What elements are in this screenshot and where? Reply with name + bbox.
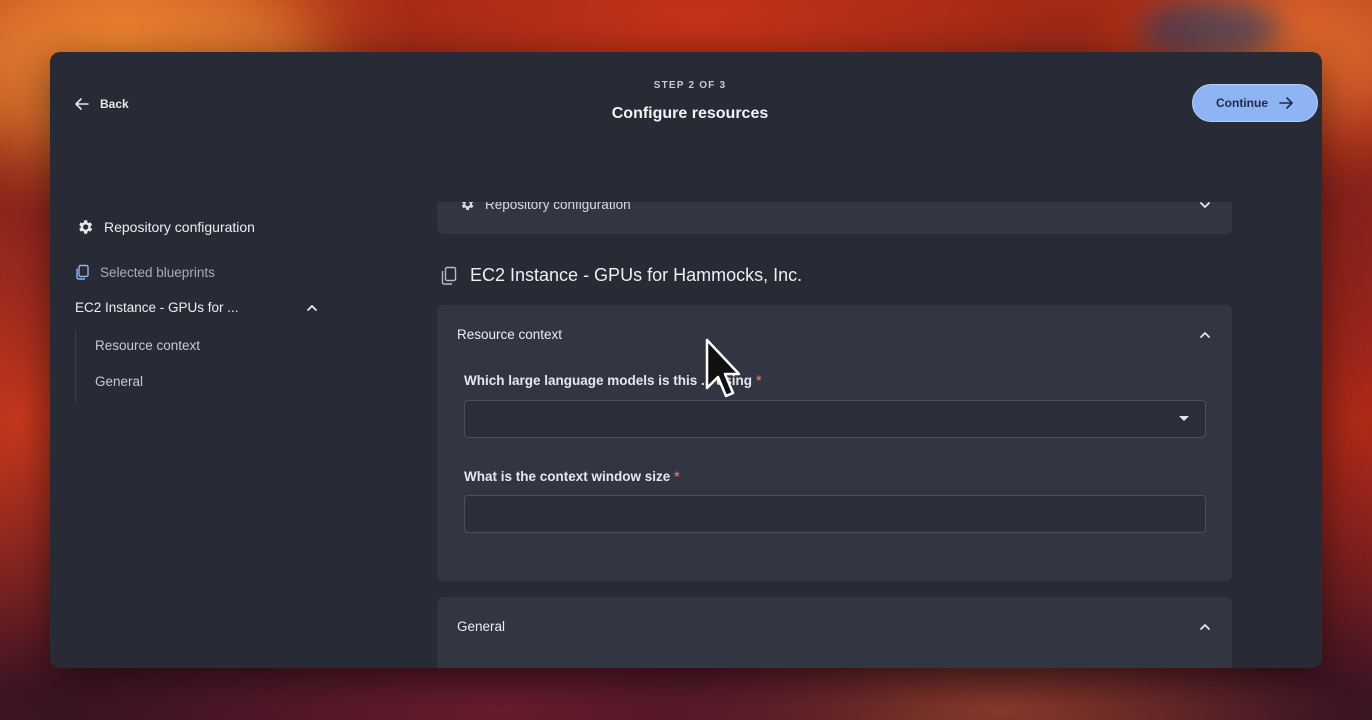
sidebar-item-resource-context[interactable]: Resource context (95, 338, 200, 353)
page-title: Configure resources (611, 105, 769, 122)
mouse-pointer-icon (705, 338, 741, 398)
sidebar-repo-label: Repository configuration (104, 219, 255, 235)
sidebar-selected-blueprints: Selected blueprints (74, 264, 215, 280)
chevron-up-icon (1200, 331, 1210, 338)
sidebar-blueprints-label: Selected blueprints (100, 264, 215, 280)
main-content: Repository configuration EC2 Instance - … (437, 202, 1237, 668)
step-indicator: STEP 2 OF 3 (653, 80, 727, 91)
sidebar-item-repository-configuration[interactable]: Repository configuration (76, 218, 255, 236)
continue-label: Continue (1216, 96, 1268, 110)
copy-icon (441, 266, 457, 285)
app-window: Back STEP 2 OF 3 Configure resources Con… (50, 52, 1322, 668)
repo-config-card-title: Repository configuration (485, 202, 631, 212)
resource-context-card: Resource context Which large language mo… (437, 305, 1232, 581)
gear-icon (461, 202, 474, 210)
repo-config-card[interactable]: Repository configuration (437, 202, 1232, 234)
sidebar-item-ec2-instance[interactable]: EC2 Instance - GPUs for ... (75, 300, 319, 315)
context-window-input[interactable] (464, 495, 1206, 533)
sidebar-subnav: Resource context General (75, 330, 200, 402)
copy-icon (76, 264, 89, 280)
resource-context-header[interactable]: Resource context (457, 327, 1212, 342)
general-card-title: General (457, 619, 506, 634)
required-mark: * (756, 373, 762, 388)
blueprint-title-text: EC2 Instance - GPUs for Hammocks, Inc. (470, 265, 803, 285)
chevron-down-icon[interactable] (1198, 202, 1212, 212)
sidebar-item-general[interactable]: General (95, 374, 143, 389)
blueprint-title: EC2 Instance - GPUs for Hammocks, Inc. (440, 265, 802, 286)
general-card: General (437, 597, 1232, 668)
context-window-label-text: What is the context window size (464, 469, 671, 484)
sidebar-instance-label: EC2 Instance - GPUs for ... (75, 300, 239, 315)
repo-config-card-header: Repository configuration (459, 202, 631, 212)
llm-select[interactable] (464, 400, 1206, 438)
caret-down-icon (1179, 416, 1189, 421)
general-card-header[interactable]: General (457, 619, 1212, 634)
chevron-up-icon (1200, 623, 1210, 630)
context-window-field-label: What is the context window size * (464, 469, 680, 484)
continue-button[interactable]: Continue (1192, 84, 1318, 122)
chevron-up-icon (307, 304, 317, 311)
required-mark: * (674, 469, 680, 484)
resource-context-title: Resource context (457, 327, 563, 342)
gear-icon (79, 220, 93, 234)
arrow-right-icon (1279, 97, 1293, 109)
